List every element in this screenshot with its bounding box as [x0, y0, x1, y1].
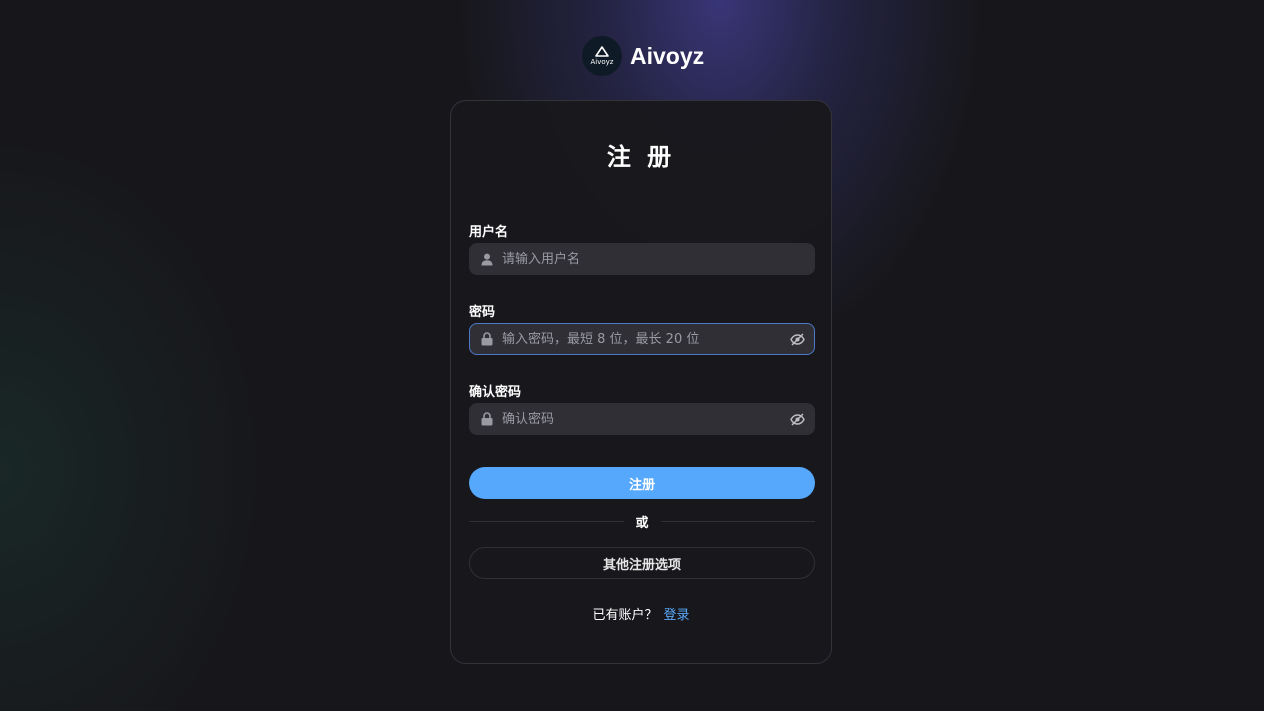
brand-header: Aivoyz Aivoyz	[582, 36, 704, 76]
confirm-password-input[interactable]	[494, 404, 789, 434]
username-field-wrapper	[469, 243, 815, 275]
brand-name: Aivoyz	[630, 42, 705, 69]
password-field-wrapper	[469, 323, 815, 355]
login-link[interactable]: 登录	[664, 608, 690, 623]
other-register-options-button[interactable]: 其他注册选项	[469, 547, 815, 579]
register-button[interactable]: 注册	[469, 467, 815, 499]
eye-off-icon[interactable]	[789, 411, 805, 427]
password-input[interactable]	[494, 324, 789, 354]
username-input[interactable]	[494, 244, 814, 274]
logo-text: Aivoyz	[590, 58, 614, 66]
or-divider: 或	[469, 511, 816, 531]
eye-off-icon[interactable]	[789, 331, 805, 347]
lock-icon	[480, 332, 494, 346]
divider-line	[469, 520, 624, 522]
confirm-password-field-wrapper	[469, 403, 815, 435]
page-title: 注 册	[606, 143, 676, 171]
login-prompt: 已有账户？ 登录	[451, 604, 831, 623]
password-label: 密码	[469, 305, 496, 320]
divider-line	[660, 520, 816, 522]
username-label: 用户名	[469, 225, 509, 240]
register-card: 注 册 用户名 密码 确认密码	[450, 100, 832, 664]
confirm-password-label: 确认密码	[469, 385, 522, 400]
logo-triangle-icon	[595, 46, 609, 57]
lock-icon	[480, 412, 494, 426]
brand-logo: Aivoyz	[582, 36, 622, 76]
user-icon	[480, 252, 494, 266]
login-prompt-text: 已有账户？	[592, 608, 658, 623]
divider-text: 或	[635, 515, 649, 531]
